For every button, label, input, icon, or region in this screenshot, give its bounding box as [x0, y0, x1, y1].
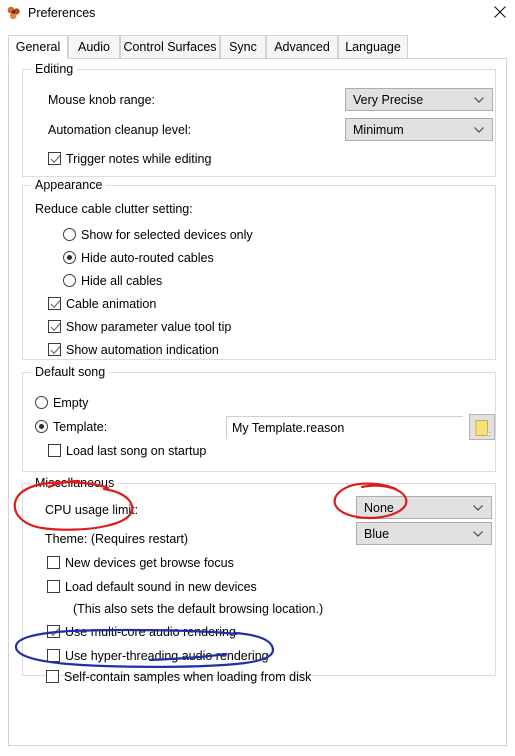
radio-label: Hide auto-routed cables [81, 251, 214, 265]
radio-label: Hide all cables [81, 274, 163, 288]
group-editing: Editing Mouse knob range: Very Precise A… [22, 62, 496, 177]
radio-dot [67, 255, 72, 260]
theme-value: Blue [364, 527, 390, 541]
check-icon [50, 345, 61, 355]
automation-cleanup-value: Minimum [353, 123, 404, 137]
checkbox-box [48, 444, 61, 457]
window-title: Preferences [28, 6, 96, 20]
chevron-down-icon [473, 531, 483, 537]
radio-box [35, 396, 48, 409]
group-default-song: Default song Empty Template: My Template… [22, 365, 496, 472]
checkbox-label: Show automation indication [66, 343, 219, 357]
checkbox-label: Trigger notes while editing [66, 152, 212, 166]
mouse-knob-range-label: Mouse knob range: [48, 93, 156, 107]
checkbox-label: Load last song on startup [66, 444, 207, 458]
checkbox-label: Use hyper-threading audio rendering [65, 649, 269, 663]
tab-control-surfaces[interactable]: Control Surfaces [120, 35, 220, 59]
group-default-song-label: Default song [31, 365, 110, 379]
preferences-tabstrip: General Audio Control Surfaces Sync Advanced… [8, 35, 507, 59]
checkbox-box [47, 625, 60, 638]
automation-cleanup-select[interactable]: Minimum [345, 118, 493, 141]
radio-box [63, 251, 76, 264]
check-icon [50, 154, 61, 164]
tab-advanced[interactable]: Advanced [266, 35, 338, 59]
checkbox-box [47, 580, 60, 593]
radio-box [35, 420, 48, 433]
checkbox-label: Self-contain samples when loading from d… [64, 670, 312, 684]
checkbox-box [48, 320, 61, 333]
radio-label: Template: [53, 420, 108, 434]
browse-template-button[interactable] [469, 414, 495, 440]
theme-select[interactable]: Blue [356, 522, 492, 545]
group-appearance: Appearance Reduce cable clutter setting:… [22, 178, 496, 360]
check-icon [49, 627, 60, 637]
group-miscellaneous-label: Miscellaneous [31, 476, 119, 490]
template-path-value: My Template.reason [232, 421, 345, 435]
window-titlebar: Preferences [0, 0, 515, 30]
checkbox-box [47, 556, 60, 569]
mouse-knob-range-value: Very Precise [353, 93, 424, 107]
cpu-usage-limit-select-visible[interactable]: None [356, 496, 492, 519]
reason-app-icon [6, 5, 22, 21]
cpu-usage-limit-value: None [364, 501, 394, 515]
chevron-down-icon [474, 127, 484, 133]
tab-language[interactable]: Language [338, 35, 408, 59]
reduce-cable-clutter-label: Reduce cable clutter setting: [35, 202, 193, 216]
radio-box [63, 228, 76, 241]
checkbox-label: Show parameter value tool tip [66, 320, 232, 334]
check-icon [50, 299, 61, 309]
general-tab-panel: Editing Mouse knob range: Very Precise A… [8, 58, 507, 746]
checkbox-label: Cable animation [66, 297, 157, 311]
chevron-down-icon [473, 505, 483, 511]
radio-label: Show for selected devices only [81, 228, 253, 242]
cpu-usage-limit-label: CPU usage limit: [45, 503, 139, 517]
checkbox-box [48, 297, 61, 310]
theme-label: Theme: (Requires restart) [45, 532, 189, 546]
checkbox-box [47, 649, 60, 662]
close-button[interactable] [485, 0, 515, 24]
radio-dot [39, 424, 44, 429]
group-appearance-label: Appearance [31, 178, 107, 192]
template-path-input[interactable]: My Template.reason [226, 416, 463, 439]
checkbox-label: Use multi-core audio rendering [65, 625, 236, 639]
tab-audio[interactable]: Audio [68, 35, 120, 59]
checkbox-box [48, 152, 61, 165]
browsing-location-note: (This also sets the default browsing loc… [73, 602, 324, 616]
radio-label: Empty [53, 396, 89, 410]
check-icon [50, 322, 61, 332]
checkbox-box [46, 670, 59, 683]
chevron-down-icon [474, 97, 484, 103]
checkbox-label: Load default sound in new devices [65, 580, 257, 594]
group-editing-label: Editing [31, 62, 78, 76]
close-icon [494, 6, 506, 18]
radio-box [63, 274, 76, 287]
automation-cleanup-label: Automation cleanup level: [48, 123, 192, 137]
folder-icon [475, 420, 491, 436]
mouse-knob-range-select[interactable]: Very Precise [345, 88, 493, 111]
tab-sync[interactable]: Sync [220, 35, 266, 59]
tab-general[interactable]: General [8, 35, 68, 59]
checkbox-box [48, 343, 61, 356]
checkbox-label: New devices get browse focus [65, 556, 234, 570]
